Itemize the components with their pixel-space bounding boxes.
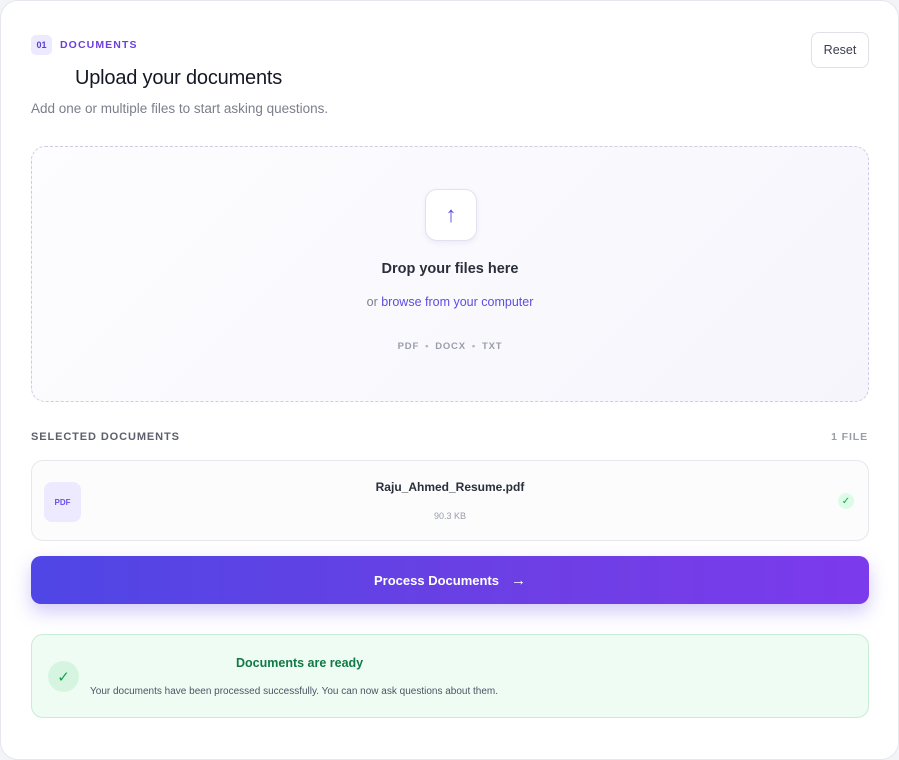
file-size: 90.3 KB [433,511,467,521]
success-banner: ✓ Documents are ready Your documents hav… [31,634,869,718]
page-title: Upload your documents [75,67,283,89]
file-name: Raju_Ahmed_Resume.pdf [375,480,525,494]
step-number-badge: 01 [31,35,52,55]
step-indicator: 01 DOCUMENTS [31,35,138,55]
format-separator: • [425,341,430,352]
process-documents-button[interactable]: Process Documents → [31,556,869,604]
browse-files-link[interactable]: browse from your computer [381,295,533,309]
format-separator: • [471,341,476,352]
file-dropzone[interactable]: ↑ Drop your files here or browse from yo… [31,146,869,402]
check-circle-icon: ✓ [48,661,79,692]
file-list-item: PDF Raju_Ahmed_Resume.pdf 90.3 KB ✓ [31,460,869,541]
dropzone-title: Drop your files here [381,261,519,277]
success-message: Your documents have been processed succe… [90,686,499,697]
upload-arrow-icon[interactable]: ↑ [425,189,477,241]
supported-formats: PDF • DOCX • TXT [32,341,868,352]
process-button-label: Process Documents [374,572,499,588]
dropzone-hint: or browse from your computer [32,295,868,309]
selected-documents-heading: SELECTED DOCUMENTS [31,431,180,443]
or-text: or [366,295,378,309]
arrow-right-icon: → [511,571,526,589]
upload-card: 01 DOCUMENTS Reset Upload your documents… [0,0,899,760]
check-icon: ✓ [838,493,854,509]
format-txt: TXT [482,341,503,352]
format-pdf: PDF [397,341,420,352]
success-title: Documents are ready [236,656,364,670]
reset-button[interactable]: Reset [811,32,869,68]
step-label: DOCUMENTS [60,39,138,51]
format-docx: DOCX [435,341,466,352]
file-count: 1 FILE [831,431,868,443]
page-subtitle: Add one or multiple files to start askin… [31,101,329,116]
